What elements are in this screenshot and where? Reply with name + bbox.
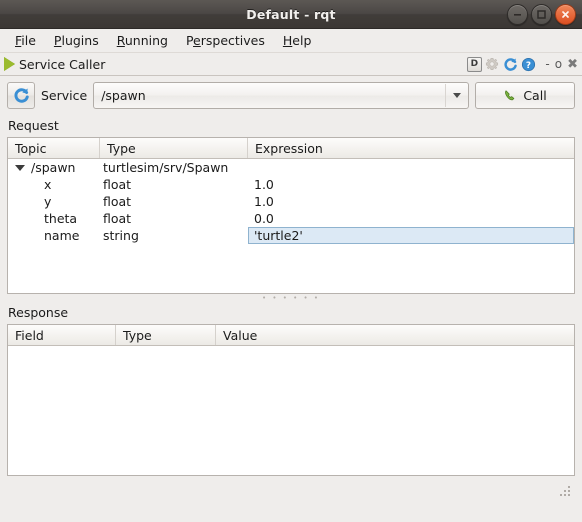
service-label: Service: [41, 88, 88, 103]
help-icon[interactable]: ?: [520, 56, 536, 72]
request-tree-body: /spawn turtlesim/srv/Spawn x float 1.0 y…: [8, 159, 574, 293]
plugin-title-group: Service Caller: [4, 57, 105, 72]
reload-plugin-icon[interactable]: [502, 56, 518, 72]
maximize-icon: [537, 10, 546, 19]
request-row-expression-cell: 'turtle2': [248, 227, 574, 244]
window-minimize-button[interactable]: [507, 4, 528, 25]
request-row-type: turtlesim/srv/Spawn: [103, 160, 229, 175]
menubar: File Plugins Running Perspectives Help: [0, 29, 582, 53]
window-close-button[interactable]: [555, 4, 576, 25]
expression-editor-input[interactable]: 'turtle2': [248, 227, 574, 244]
service-selection-row: Service /spawn Call: [7, 82, 575, 109]
minimize-icon: [514, 14, 521, 16]
request-section-label: Request: [8, 118, 59, 133]
window-title: Default - rqt: [246, 6, 336, 22]
table-row[interactable]: /spawn turtlesim/srv/Spawn: [8, 159, 574, 176]
dock-system-buttons: - o ✖: [545, 58, 578, 71]
dock-toggle-label: D: [466, 56, 482, 72]
table-row[interactable]: y float 1.0: [8, 193, 574, 210]
window-bottom-area: [7, 476, 575, 500]
svg-text:?: ?: [526, 60, 531, 70]
window-titlebar[interactable]: Default - rqt: [0, 0, 582, 29]
request-row-type: string: [103, 228, 139, 243]
request-col-type[interactable]: Type: [100, 138, 248, 158]
dock-toggle-button[interactable]: D: [466, 56, 482, 72]
response-col-type[interactable]: Type: [116, 325, 216, 345]
request-row-topic: x: [44, 177, 52, 192]
request-row-topic: /spawn: [8, 160, 100, 175]
service-combobox[interactable]: /spawn: [93, 82, 469, 109]
response-table-body: [8, 346, 574, 475]
request-row-topic: y: [44, 194, 52, 209]
request-row-type: float: [103, 177, 132, 192]
request-row-expression[interactable]: 0.0: [248, 211, 574, 226]
menu-running[interactable]: Running: [108, 30, 177, 51]
service-combobox-value: /spawn: [101, 88, 146, 103]
refresh-icon: [14, 88, 29, 103]
request-row-expression[interactable]: 1.0: [248, 194, 574, 209]
chevron-expanded-icon[interactable]: [15, 164, 25, 171]
request-row-topic: name: [44, 228, 80, 243]
response-table-panel: Field Type Value: [7, 324, 575, 476]
call-button-label: Call: [523, 88, 547, 103]
settings-gear-icon[interactable]: [484, 56, 500, 72]
request-row-type: float: [103, 194, 132, 209]
request-col-topic[interactable]: Topic: [8, 138, 100, 158]
menu-help[interactable]: Help: [274, 30, 321, 51]
window-maximize-button[interactable]: [531, 4, 552, 25]
request-table-header: Topic Type Expression: [8, 138, 574, 159]
splitter-grip-icon: • • • • • •: [262, 294, 320, 302]
dock-close-button[interactable]: ✖: [567, 58, 578, 71]
response-col-value[interactable]: Value: [216, 325, 574, 345]
request-tree-panel: Topic Type Expression /spawn turtlesim/s…: [7, 137, 575, 294]
table-row[interactable]: name string 'turtle2': [8, 227, 574, 244]
response-col-field[interactable]: Field: [8, 325, 116, 345]
dock-maximize-button[interactable]: o: [555, 58, 562, 70]
plugin-title-label: Service Caller: [19, 56, 106, 72]
service-caller-content: Service /spawn Call Request Topic Type E…: [0, 76, 582, 522]
menu-perspectives[interactable]: Perspectives: [177, 30, 274, 51]
request-row-topic: theta: [44, 211, 78, 226]
refresh-services-button[interactable]: [7, 82, 35, 109]
table-row[interactable]: x float 1.0: [8, 176, 574, 193]
response-table-header: Field Type Value: [8, 325, 574, 346]
window-controls: [507, 4, 576, 25]
request-row-topic-label: /spawn: [31, 160, 76, 175]
request-row-type: float: [103, 211, 132, 226]
panel-splitter[interactable]: • • • • • •: [7, 294, 575, 303]
resize-grip-icon[interactable]: [559, 485, 572, 498]
service-caller-dock-titlebar: Service Caller D ? - o ✖: [0, 53, 582, 76]
response-section-label: Response: [8, 305, 69, 320]
plugin-toolbar: D ? - o ✖: [466, 56, 578, 72]
request-row-expression[interactable]: 1.0: [248, 177, 574, 192]
table-row[interactable]: theta float 0.0: [8, 210, 574, 227]
green-play-triangle-icon: [4, 57, 15, 71]
menu-file[interactable]: File: [6, 30, 45, 51]
close-icon: [562, 11, 569, 18]
phone-icon: [505, 90, 515, 101]
chevron-down-icon: [453, 93, 461, 98]
dock-minimize-button[interactable]: -: [545, 58, 549, 70]
menu-plugins[interactable]: Plugins: [45, 30, 108, 51]
rqt-main-window: Default - rqt File Plugins Running Persp…: [0, 0, 582, 522]
request-col-expression[interactable]: Expression: [248, 138, 574, 158]
service-combobox-arrow[interactable]: [445, 84, 468, 107]
call-button[interactable]: Call: [475, 82, 575, 109]
